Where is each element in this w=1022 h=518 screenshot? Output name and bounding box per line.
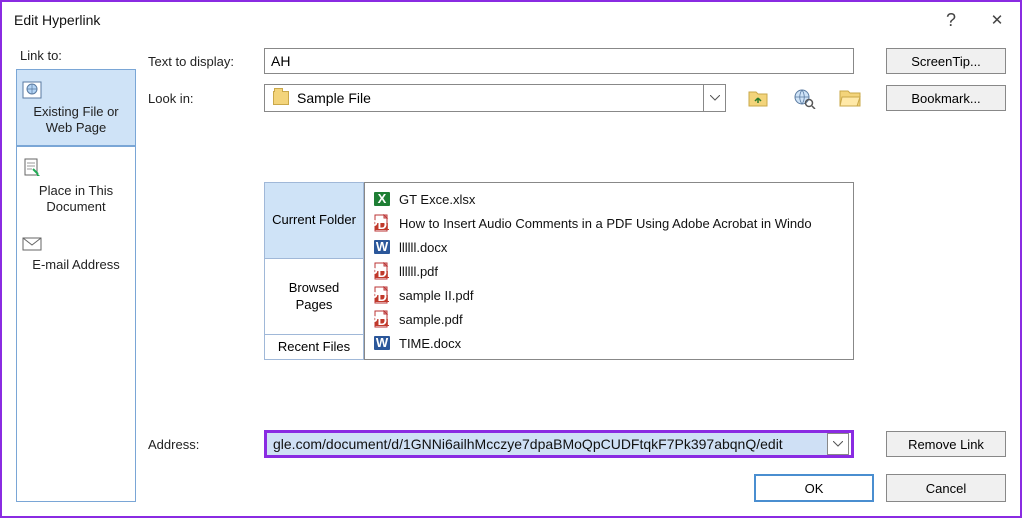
file-name: sample II.pdf [399, 288, 473, 303]
look-in-row: Look in: Sample File B [148, 84, 1006, 112]
link-to-options: Existing File or Web Page Place in This … [16, 69, 136, 502]
browser-row: x Current Folder Browsed Pages Recent Fi… [148, 122, 1006, 420]
file-item[interactable]: W TIME.docx [365, 331, 853, 355]
svg-text:W: W [376, 239, 389, 254]
dialog-edit-hyperlink: Edit Hyperlink ? ✕ Link to: Existing Fil… [0, 0, 1022, 518]
address-row: Address: Remove Link [148, 430, 1006, 458]
file-name: GT Exce.xlsx [399, 192, 475, 207]
address-field-wrap [264, 430, 854, 458]
pdf-file-icon: PDF [373, 286, 391, 304]
folder-icon [273, 91, 289, 105]
main-area: Text to display: ScreenTip... Look in: S… [148, 48, 1006, 502]
svg-text:PDF: PDF [373, 313, 391, 328]
up-one-level-button[interactable] [744, 84, 772, 112]
link-to-place-in-doc[interactable]: Place in This Document [17, 146, 135, 225]
title-bar: Edit Hyperlink ? ✕ [2, 2, 1020, 38]
link-to-email-label: E-mail Address [32, 257, 119, 272]
dialog-body: Link to: Existing File or Web Page Place… [2, 38, 1020, 516]
link-to-heading: Link to: [16, 48, 136, 63]
word-file-icon: W [373, 334, 391, 352]
excel-file-icon: X [373, 190, 391, 208]
look-in-value: Sample File [297, 90, 703, 106]
look-in-dropdown-icon[interactable] [703, 85, 725, 111]
window-title: Edit Hyperlink [14, 12, 928, 28]
screentip-button[interactable]: ScreenTip... [886, 48, 1006, 74]
look-in-label: Look in: [148, 91, 254, 106]
place-in-doc-icon [21, 157, 131, 179]
address-dropdown-icon[interactable] [827, 433, 849, 455]
svg-text:W: W [376, 335, 389, 350]
tab-recent-files[interactable]: Recent Files [265, 335, 363, 359]
svg-text:PDF: PDF [373, 217, 391, 232]
text-to-display-row: Text to display: ScreenTip... [148, 48, 1006, 74]
bookmark-button[interactable]: Bookmark... [886, 85, 1006, 111]
close-button[interactable]: ✕ [974, 2, 1020, 38]
file-item[interactable]: Wllllll.docx [365, 235, 853, 259]
svg-text:X: X [378, 191, 387, 206]
pdf-file-icon: PDF [373, 214, 391, 232]
address-input[interactable] [267, 433, 827, 455]
file-item[interactable]: PDF sample.pdf [365, 307, 853, 331]
file-list[interactable]: X GT Exce.xlsx PDF How to Insert Audio Comm… [364, 182, 854, 360]
file-item[interactable]: X GT Exce.xlsx [365, 187, 853, 211]
svg-text:PDF: PDF [373, 289, 391, 304]
file-name: llllll.docx [399, 240, 447, 255]
file-item[interactable]: PDF sample II.pdf [365, 283, 853, 307]
link-to-email[interactable]: E-mail Address [17, 225, 135, 283]
link-to-sidebar: Link to: Existing File or Web Page Place… [16, 48, 136, 502]
existing-file-icon [21, 80, 131, 100]
remove-link-button[interactable]: Remove Link [886, 431, 1006, 457]
email-icon [21, 235, 131, 253]
file-name: TIME.docx [399, 336, 461, 351]
link-to-existing-file[interactable]: Existing File or Web Page [17, 70, 135, 146]
word-file-icon: W [373, 238, 391, 256]
file-name: llllll.pdf [399, 264, 438, 279]
cancel-button[interactable]: Cancel [886, 474, 1006, 502]
file-name: sample.pdf [399, 312, 463, 327]
text-to-display-label: Text to display: [148, 54, 254, 69]
pdf-file-icon: PDF [373, 262, 391, 280]
tab-current-folder[interactable]: Current Folder [265, 183, 363, 259]
file-item[interactable]: PDF How to Insert Audio Comments in a PDF… [365, 211, 853, 235]
svg-text:PDF: PDF [373, 265, 391, 280]
pdf-file-icon: PDF [373, 310, 391, 328]
look-in-combo[interactable]: Sample File [264, 84, 726, 112]
file-name: How to Insert Audio Comments in a PDF Us… [399, 216, 812, 231]
ok-button[interactable]: OK [754, 474, 874, 502]
file-browser: Current Folder Browsed Pages Recent File… [264, 182, 854, 360]
link-to-place-in-doc-label: Place in This Document [39, 183, 113, 214]
dialog-footer: OK Cancel [148, 468, 1006, 502]
file-item[interactable]: PDF llllll.pdf [365, 259, 853, 283]
browse-file-button[interactable] [836, 84, 864, 112]
link-to-existing-file-label: Existing File or Web Page [33, 104, 118, 135]
address-label: Address: [148, 437, 254, 452]
browser-tabs: Current Folder Browsed Pages Recent File… [264, 182, 364, 360]
help-button[interactable]: ? [928, 2, 974, 38]
tab-browsed-pages[interactable]: Browsed Pages [265, 259, 363, 335]
text-to-display-input[interactable] [264, 48, 854, 74]
browse-web-button[interactable] [790, 84, 818, 112]
